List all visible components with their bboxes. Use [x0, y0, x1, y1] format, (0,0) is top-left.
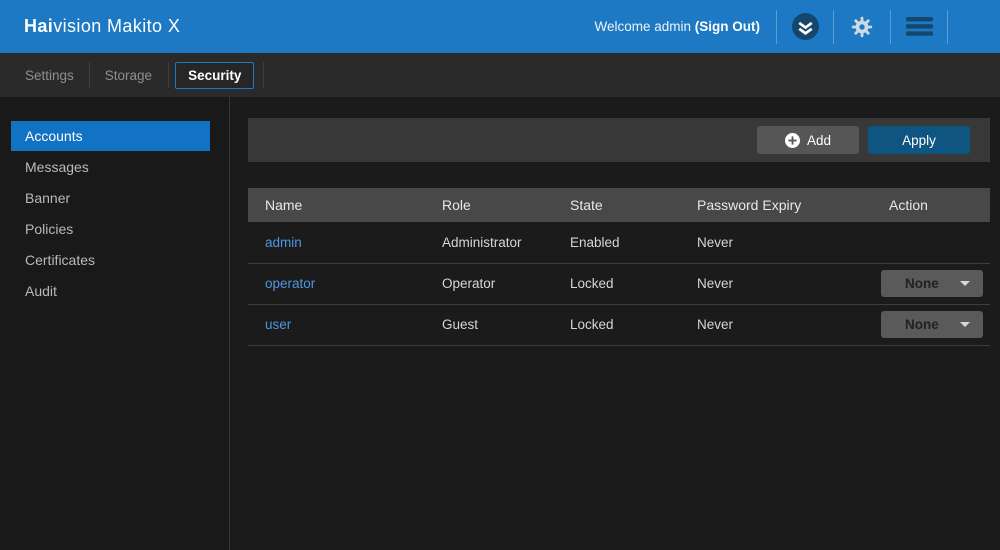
action-dropdown-value: None: [905, 276, 939, 291]
welcome-text: Welcome admin (Sign Out): [594, 19, 776, 34]
plus-circle-icon: [785, 133, 800, 148]
tab-settings[interactable]: Settings: [25, 68, 89, 83]
brand-rest: vision Makito X: [53, 16, 180, 36]
column-header-name: Name: [248, 188, 442, 222]
table-row-user: user Guest Locked Never None: [248, 304, 990, 345]
role-cell: Operator: [442, 263, 570, 304]
menu-button[interactable]: [891, 0, 947, 53]
welcome-prefix: Welcome admin: [594, 19, 694, 34]
sidebar-item-messages[interactable]: Messages: [11, 152, 210, 182]
settings-gear-button[interactable]: [834, 0, 890, 53]
account-link-user[interactable]: user: [265, 317, 291, 332]
topbar-spacer: [948, 0, 1000, 53]
top-bar: Haivision Makito X Welcome admin (Sign O…: [0, 0, 1000, 53]
table-row-operator: operator Operator Locked Never None: [248, 263, 990, 304]
chevron-waves-circle-icon: [792, 13, 819, 40]
accounts-toolbar: Add Apply: [248, 118, 990, 162]
sidebar: Accounts Messages Banner Policies Certif…: [0, 97, 230, 550]
accounts-table: Name Role State Password Expiry Action a…: [248, 188, 990, 346]
state-cell: Locked: [570, 263, 697, 304]
action-dropdown[interactable]: None: [881, 270, 983, 297]
tab-bar: Settings Storage Security: [0, 53, 1000, 97]
column-header-state: State: [570, 188, 697, 222]
sign-out-link[interactable]: (Sign Out): [695, 19, 760, 34]
table-row-admin: admin Administrator Enabled Never: [248, 222, 990, 263]
column-header-action: Action: [889, 188, 990, 222]
topbar-right-cluster: Welcome admin (Sign Out): [594, 0, 1000, 53]
column-header-role: Role: [442, 188, 570, 222]
add-button[interactable]: Add: [757, 126, 859, 154]
main-panel: Add Apply Name Role State Password Expir…: [230, 97, 1000, 550]
password-expiry-cell: Never: [697, 263, 889, 304]
apply-button-label: Apply: [902, 133, 936, 148]
action-dropdown[interactable]: None: [881, 311, 983, 338]
tab-divider: [263, 62, 264, 88]
role-cell: Guest: [442, 304, 570, 345]
caret-down-icon: [960, 322, 970, 327]
brand-bold: Hai: [24, 16, 53, 36]
action-cell: None: [889, 304, 990, 345]
state-cell: Enabled: [570, 222, 697, 263]
hamburger-menu-icon: [906, 17, 933, 36]
sidebar-item-audit[interactable]: Audit: [11, 276, 210, 306]
role-cell: Administrator: [442, 222, 570, 263]
add-button-label: Add: [807, 133, 831, 148]
table-header-row: Name Role State Password Expiry Action: [248, 188, 990, 222]
haivision-logo: Haivision Makito X: [24, 16, 180, 37]
password-expiry-cell: Never: [697, 222, 889, 263]
tab-divider: [168, 62, 169, 88]
tab-storage[interactable]: Storage: [90, 68, 168, 83]
action-cell-empty: [889, 222, 990, 263]
sidebar-item-certificates[interactable]: Certificates: [11, 245, 210, 275]
gear-icon: [850, 15, 874, 39]
status-button[interactable]: [777, 0, 833, 53]
sidebar-item-banner[interactable]: Banner: [11, 183, 210, 213]
action-cell: None: [889, 263, 990, 304]
account-link-operator[interactable]: operator: [265, 276, 315, 291]
password-expiry-cell: Never: [697, 304, 889, 345]
account-link-admin[interactable]: admin: [265, 235, 302, 250]
apply-button[interactable]: Apply: [868, 126, 970, 154]
content-area: Accounts Messages Banner Policies Certif…: [0, 97, 1000, 550]
sidebar-item-policies[interactable]: Policies: [11, 214, 210, 244]
action-dropdown-value: None: [905, 317, 939, 332]
tab-security[interactable]: Security: [175, 62, 254, 89]
caret-down-icon: [960, 281, 970, 286]
sidebar-item-accounts[interactable]: Accounts: [11, 121, 210, 151]
state-cell: Locked: [570, 304, 697, 345]
column-header-password-expiry: Password Expiry: [697, 188, 889, 222]
